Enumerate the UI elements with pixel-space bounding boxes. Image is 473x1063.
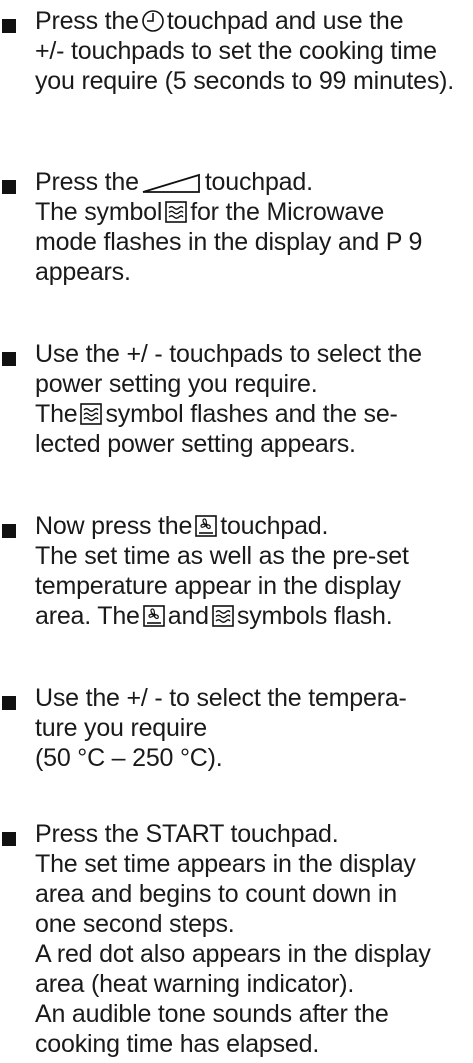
instruction-text: area. The [35, 602, 140, 630]
instruction-text: (50 °C – 250 °C). [35, 744, 223, 772]
instruction-text: Now press the [35, 512, 193, 540]
instruction-text: lected power setting appears. [35, 430, 356, 458]
instruction-step: Press the touchpad. The symbol for the Micr… [0, 167, 473, 291]
instruction-step: Now press the touchpad. The set time as we… [0, 511, 473, 635]
bullet-square-icon [2, 832, 16, 846]
instruction-line: cooking time has elapsed. [35, 1029, 319, 1059]
instruction-line: temperature appear in the display [35, 571, 401, 601]
instruction-text: Use the +/ - touchpads to select the [35, 340, 422, 368]
fan-heat-icon [142, 604, 166, 628]
instruction-line: The symbol flashes and the se- [35, 399, 398, 429]
instruction-text: The set time appears in the display [35, 850, 416, 878]
microwave-icon [211, 604, 235, 628]
instruction-text: The set time as well as the pre-set [35, 542, 409, 570]
instruction-line: A red dot also appears in the display [35, 939, 431, 969]
instruction-line: one second steps. [35, 909, 235, 939]
microwave-icon [79, 402, 103, 426]
instruction-text: +/- touchpads to set the cooking time [35, 37, 437, 65]
instruction-text: A red dot also appears in the display [35, 940, 431, 968]
instruction-line: ture you require [35, 713, 207, 743]
instruction-text: and [167, 602, 209, 630]
instruction-line: Use the +/ - to select the tempera- [35, 683, 407, 713]
instruction-step: Use the +/ - to select the tempera-ture … [0, 683, 473, 777]
instruction-line: Press the touchpad and use the [35, 6, 403, 36]
instruction-text: Press the [35, 168, 139, 196]
instruction-text: An audible tone sounds after the [35, 1000, 389, 1028]
instruction-line: (50 °C – 250 °C). [35, 743, 223, 773]
instruction-line: area and begins to count down in [35, 879, 397, 909]
wedge-icon [141, 172, 203, 194]
instruction-text: ture you require [35, 714, 207, 742]
instruction-step: Use the +/ - touchpads to select the powe… [0, 339, 473, 463]
instruction-line: The symbol for the Microwave [35, 197, 384, 227]
instruction-text: area (heat warning indicator). [35, 970, 355, 998]
instruction-line: Use the +/ - touchpads to select the [35, 339, 422, 369]
instruction-line: lected power setting appears. [35, 429, 356, 459]
instruction-text: symbols flash. [236, 602, 393, 630]
instruction-line: The set time as well as the pre-set [35, 541, 409, 571]
instruction-line: power setting you require. [35, 369, 318, 399]
instruction-text: Press the [35, 7, 139, 35]
instruction-text: symbol flashes and the se- [105, 400, 398, 428]
bullet-square-icon [2, 696, 16, 710]
instruction-text: touchpad. [220, 512, 329, 540]
clock-icon [141, 9, 165, 33]
bullet-square-icon [2, 524, 16, 538]
instruction-text: temperature appear in the display [35, 572, 401, 600]
instruction-text: Press the START touchpad. [35, 820, 339, 848]
instruction-line: Press the touchpad. [35, 167, 313, 197]
instruction-text: touchpad and use the [166, 7, 404, 35]
microwave-icon [164, 200, 188, 224]
instruction-line: mode flashes in the display and P 9 [35, 227, 422, 257]
instruction-step: Press the START touchpad. The set time ap… [0, 819, 473, 1063]
fan-heat-icon [194, 514, 218, 538]
bullet-square-icon [2, 180, 16, 194]
instruction-text: one second steps. [35, 910, 235, 938]
instruction-text: touchpad. [204, 168, 313, 196]
instruction-text: you require (5 seconds to 99 minutes). [35, 67, 455, 95]
instruction-line: Now press the touchpad. [35, 511, 328, 541]
instruction-text: appears. [35, 258, 131, 286]
instruction-line: appears. [35, 257, 131, 287]
instruction-line: area (heat warning indicator). [35, 969, 354, 999]
instruction-text: The symbol [35, 198, 163, 226]
instruction-line: +/- touchpads to set the cooking time [35, 36, 437, 66]
instruction-line: Press the START touchpad. [35, 819, 339, 849]
instruction-line: you require (5 seconds to 99 minutes). [35, 66, 454, 96]
bullet-square-icon [2, 19, 16, 33]
instruction-step: Press the touchpad and use the +/- touchpa… [0, 6, 473, 100]
bullet-square-icon [2, 352, 16, 366]
instruction-text: power setting you require. [35, 370, 318, 398]
instruction-line: An audible tone sounds after the [35, 999, 389, 1029]
instruction-text: cooking time has elapsed. [35, 1030, 320, 1058]
instruction-page: Press the touchpad and use the +/- touchpa… [0, 0, 473, 1058]
instruction-text: The [35, 400, 78, 428]
instruction-line: The set time appears in the display [35, 849, 416, 879]
instruction-text: Use the +/ - to select the tempera- [35, 684, 407, 712]
instruction-line: area. The and symbols flash. [35, 601, 393, 631]
instruction-text: mode flashes in the display and P 9 [35, 228, 423, 256]
instruction-text: area and begins to count down in [35, 880, 397, 908]
instruction-text: for the Microwave [190, 198, 385, 226]
